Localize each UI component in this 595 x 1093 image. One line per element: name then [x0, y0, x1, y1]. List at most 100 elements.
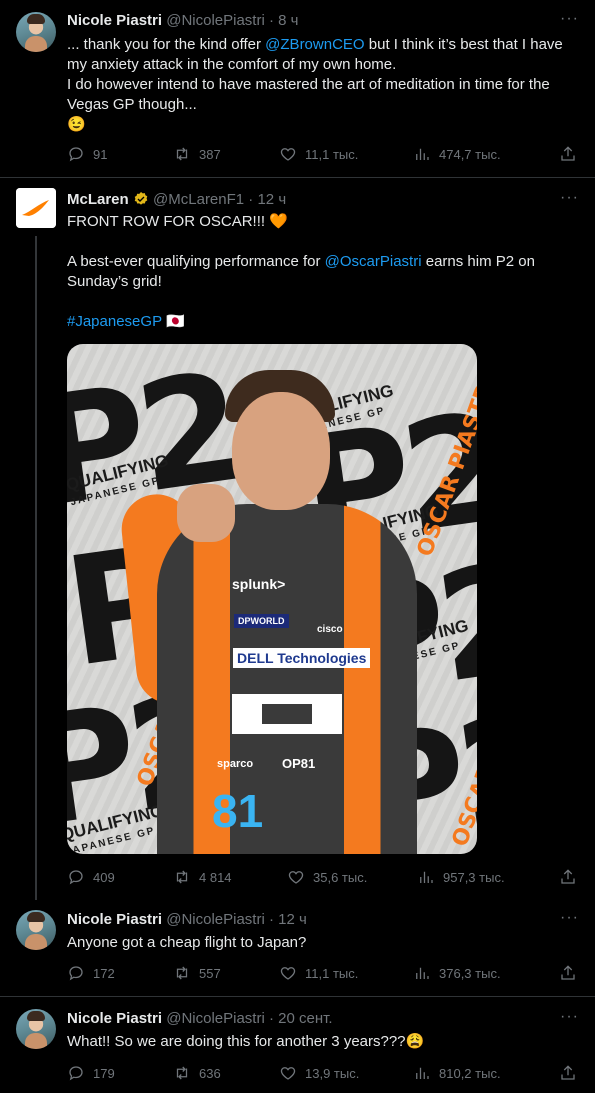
share-icon	[561, 146, 575, 161]
sponsor-splunk: splunk>	[232, 576, 286, 592]
retweet-button[interactable]: 636	[173, 1064, 221, 1082]
retweet-icon	[176, 147, 188, 161]
retweet-icon	[176, 1066, 188, 1080]
more-options-icon[interactable]: ···	[560, 189, 579, 207]
author-handle[interactable]: @NicolePiastri	[166, 1010, 265, 1027]
views-button[interactable]: 957,3 тыс.	[417, 868, 505, 886]
analytics-icon	[416, 1067, 429, 1079]
timestamp[interactable]: 12 ч	[278, 911, 307, 928]
tweet-header: Nicole Piastri @NicolePiastri · 8 ч	[67, 12, 298, 29]
tweet-text: FRONT ROW FOR OSCAR!!! 🧡 A best-ever qua…	[67, 212, 577, 332]
reply-icon	[69, 966, 83, 981]
sponsor-dpworld: DPWORLD	[234, 614, 289, 628]
like-button[interactable]: 11,1 тыс.	[279, 145, 358, 163]
like-count: 11,1 тыс.	[305, 146, 359, 162]
separator-dot: ·	[268, 12, 274, 29]
reply-button[interactable]: 91	[67, 145, 107, 163]
avatar[interactable]	[16, 910, 56, 950]
views-button[interactable]: 474,7 тыс.	[413, 145, 501, 163]
timestamp[interactable]: 8 ч	[278, 12, 298, 29]
reply-icon	[69, 147, 83, 162]
share-button[interactable]	[559, 964, 577, 982]
author-handle[interactable]: @McLarenF1	[153, 191, 244, 208]
reply-button[interactable]: 409	[67, 868, 115, 886]
text-segment: but I think it’s best that I have	[364, 36, 563, 53]
author-handle[interactable]: @NicolePiastri	[166, 911, 265, 928]
reply-count: 409	[93, 869, 115, 885]
text-segment: ... thank you for the kind offer	[67, 36, 266, 53]
text-line: Sunday’s grid!	[67, 273, 162, 290]
reply-button[interactable]: 172	[67, 964, 115, 982]
heart-icon	[280, 967, 296, 980]
timestamp[interactable]: 20 сент.	[278, 1010, 332, 1027]
driver-race-suit	[157, 504, 417, 854]
driver-hand	[177, 484, 235, 542]
author-name[interactable]: McLaren	[67, 191, 129, 208]
mention-link[interactable]: @OscarPiastri	[325, 253, 422, 270]
retweet-count: 557	[199, 965, 221, 981]
more-options-icon[interactable]: ···	[560, 909, 579, 927]
more-options-icon[interactable]: ···	[560, 1008, 579, 1026]
retweet-count: 387	[199, 146, 221, 162]
share-button[interactable]	[559, 868, 577, 886]
author-handle[interactable]: @NicolePiastri	[166, 12, 265, 29]
text-segment: earns him P2 on	[421, 253, 535, 270]
text-line: FRONT ROW FOR OSCAR!!! 🧡	[67, 213, 288, 230]
reply-button[interactable]: 179	[67, 1064, 115, 1082]
like-button[interactable]: 35,6 тыс.	[287, 868, 367, 886]
tweet-header: Nicole Piastri @NicolePiastri · 20 сент.	[67, 1010, 333, 1027]
like-count: 11,1 тыс.	[305, 965, 359, 981]
okx-logo	[232, 694, 342, 734]
views-button[interactable]: 810,2 тыс.	[413, 1064, 501, 1082]
heart-icon	[280, 1067, 296, 1080]
author-name[interactable]: Nicole Piastri	[67, 911, 162, 928]
hashtag-link[interactable]: #JapaneseGP	[67, 313, 162, 330]
reply-icon	[69, 870, 83, 885]
reply-count: 91	[93, 146, 108, 162]
like-count: 13,9 тыс.	[305, 1065, 360, 1081]
tweet-3[interactable]: Nicole Piastri @NicolePiastri · 12 ч ···…	[0, 900, 595, 996]
tweet-media-image[interactable]: P2 P2 P2 P2 P2 P2 QUALIFYINGJAPANESE GP …	[67, 344, 477, 854]
share-button[interactable]	[559, 145, 577, 163]
views-count: 474,7 тыс.	[439, 146, 501, 162]
avatar[interactable]	[16, 12, 56, 52]
author-name[interactable]: Nicole Piastri	[67, 1010, 162, 1027]
analytics-icon	[416, 148, 429, 160]
share-button[interactable]	[559, 1064, 577, 1082]
mention-link[interactable]: @ZBrownCEO	[265, 36, 364, 53]
heart-icon	[280, 148, 296, 161]
car-number: 81	[212, 785, 264, 837]
wink-emoji: 😉	[67, 116, 86, 133]
analytics-icon	[416, 967, 429, 979]
reply-count: 172	[93, 965, 115, 981]
more-options-icon[interactable]: ···	[560, 10, 579, 28]
separator-dot: ·	[248, 191, 254, 208]
tweet-4[interactable]: Nicole Piastri @NicolePiastri · 20 сент.…	[0, 997, 595, 1093]
retweet-button[interactable]: 387	[173, 145, 221, 163]
retweet-button[interactable]: 4 814	[173, 868, 232, 886]
tweet-header: McLaren @McLarenF1 · 12 ч	[67, 191, 286, 208]
timestamp[interactable]: 12 ч	[257, 191, 286, 208]
views-button[interactable]: 376,3 тыс.	[413, 964, 501, 982]
tweet-1[interactable]: Nicole Piastri @NicolePiastri · 8 ч ··· …	[0, 0, 595, 177]
tweet-text: ... thank you for the kind offer @ZBrown…	[67, 35, 577, 135]
avatar[interactable]	[16, 188, 56, 228]
author-name[interactable]: Nicole Piastri	[67, 12, 162, 29]
like-button[interactable]: 13,9 тыс.	[279, 1064, 359, 1082]
retweet-button[interactable]: 557	[173, 964, 221, 982]
tweet-header: Nicole Piastri @NicolePiastri · 12 ч	[67, 911, 307, 928]
heart-icon	[288, 871, 304, 884]
driver-face	[232, 392, 330, 510]
retweet-icon	[176, 870, 188, 884]
avatar[interactable]	[16, 1009, 56, 1049]
views-count: 810,2 тыс.	[439, 1065, 501, 1081]
retweet-count: 4 814	[199, 869, 232, 885]
share-icon	[561, 869, 575, 884]
text-line: Vegas GP though...	[67, 96, 197, 113]
like-button[interactable]: 11,1 тыс.	[279, 964, 358, 982]
retweet-count: 636	[199, 1065, 221, 1081]
text-line: Anyone got a cheap flight to Japan?	[67, 934, 307, 951]
verified-badge-icon	[134, 192, 148, 205]
tweet-actions: 179 636 13,9 тыс. 810,2 тыс.	[67, 1064, 577, 1084]
tweet-text: What!! So we are doing this for another …	[67, 1032, 577, 1052]
